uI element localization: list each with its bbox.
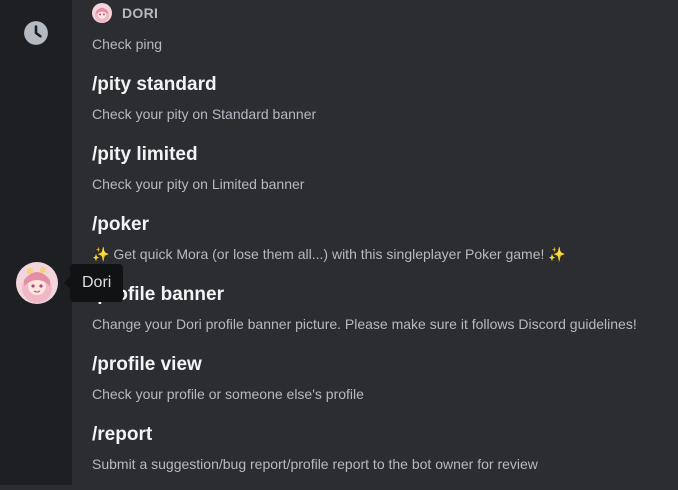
command-description: Check your profile or someone else's pro… (92, 386, 364, 402)
dori-mini-avatar (92, 3, 112, 23)
command-profile-view[interactable]: /profile view Check your profile or some… (72, 350, 678, 420)
app-name: DORI (122, 5, 159, 21)
command-pity-limited[interactable]: /pity limited Check your pity on Limited… (72, 140, 678, 210)
command-list-panel: DORI Check ping /pity standard Check you… (72, 0, 678, 485)
command-name: /profile view (92, 354, 202, 375)
dori-app-button[interactable] (16, 262, 58, 304)
command-description: Check your pity on Standard banner (92, 106, 317, 122)
dori-avatar-icon (92, 3, 112, 23)
ping-command-description: Check ping (92, 36, 163, 52)
command-description: Check your pity on Limited banner (92, 176, 305, 192)
command-name: /poker (92, 214, 150, 235)
command-description: Submit a suggestion/bug report/profile r… (92, 456, 538, 472)
command-name: /report (92, 424, 153, 445)
dori-avatar (16, 262, 58, 304)
command-report[interactable]: /report Submit a suggestion/bug report/p… (72, 420, 678, 490)
command-description-row: ✨ Get quick Mora (or lose them all...) w… (92, 246, 566, 263)
clock-icon (24, 21, 48, 45)
app-tooltip: Dori (64, 264, 124, 302)
command-description: Get quick Mora (or lose them all...) wit… (113, 246, 545, 262)
command-profile-banner[interactable]: /profile banner Change your Dori profile… (72, 280, 678, 350)
tooltip-arrow (64, 277, 70, 289)
tooltip-label: Dori (82, 274, 112, 291)
app-header: DORI (92, 3, 159, 23)
app-rail (0, 0, 72, 485)
command-poker[interactable]: /poker ✨ Get quick Mora (or lose them al… (72, 210, 678, 280)
sparkles-icon: ✨ (548, 246, 566, 262)
command-name: /pity standard (92, 74, 217, 95)
command-name: /pity limited (92, 144, 198, 165)
recent-commands-button[interactable] (22, 19, 50, 47)
command-pity-standard[interactable]: /pity standard Check your pity on Standa… (72, 70, 678, 140)
sparkles-icon: ✨ (92, 246, 110, 262)
command-description: Change your Dori profile banner picture.… (92, 316, 637, 332)
